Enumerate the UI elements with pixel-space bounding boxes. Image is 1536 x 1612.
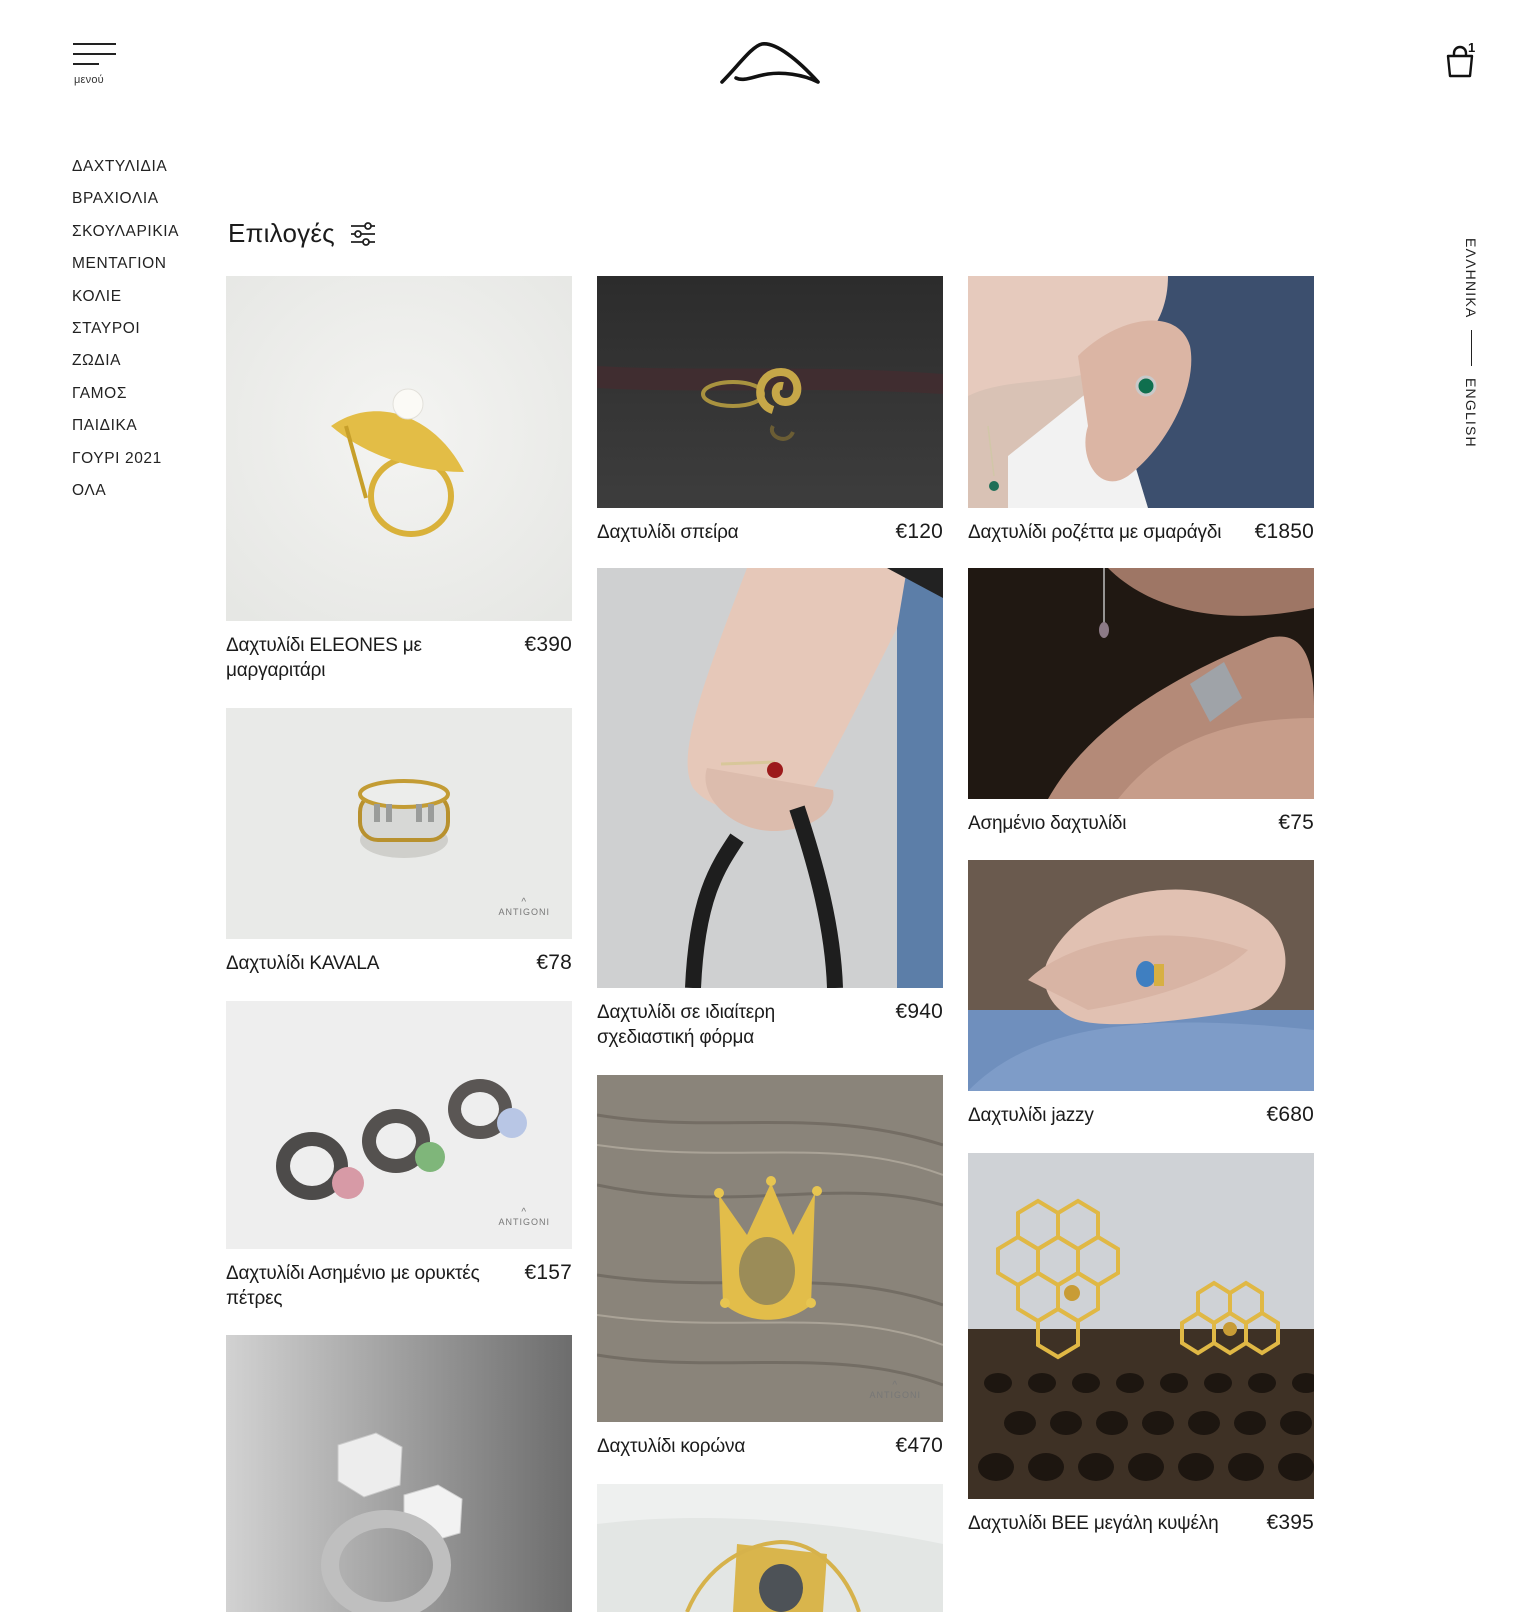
product-image[interactable] <box>968 860 1314 1091</box>
category-link[interactable]: ΔΑΧΤΥΛΙΔΙΑ <box>72 158 179 190</box>
category-link[interactable]: ΒΡΑΧΙΟΛΙΑ <box>72 190 179 222</box>
product-price: €680 <box>1266 1103 1314 1126</box>
product-price: €1850 <box>1254 520 1314 543</box>
product-price: €390 <box>524 633 572 656</box>
language-divider <box>1470 330 1472 367</box>
product-card[interactable] <box>597 1484 943 1612</box>
product-card[interactable]: Δαχτυλίδι σπείρα €120 <box>597 276 943 545</box>
product-image[interactable] <box>968 1153 1314 1499</box>
filter-label: Επιλογές <box>228 218 335 248</box>
product-title[interactable]: Δαχτυλίδι σπείρα <box>597 520 739 545</box>
menu-label: μενού <box>74 74 104 86</box>
product-title[interactable]: Δαχτυλίδι jazzy <box>968 1103 1094 1128</box>
brand-watermark: ^ ANTIGONI <box>498 1207 550 1228</box>
product-image[interactable]: ^ ANTIGONI <box>226 708 572 939</box>
menu-icon-line <box>73 63 99 65</box>
product-title[interactable]: Δαχτυλίδι ροζέττα με σμαράγδι <box>968 520 1221 545</box>
sliders-icon <box>350 221 375 246</box>
category-link[interactable]: ΖΩΔΙΑ <box>72 352 179 384</box>
product-image[interactable] <box>597 1484 943 1612</box>
product-image[interactable]: ^ ANTIGONI <box>597 1075 943 1422</box>
product-price: €75 <box>1278 811 1314 834</box>
product-card[interactable]: Δαχτυλίδι jazzy €680 <box>968 860 1314 1128</box>
category-nav: ΔΑΧΤΥΛΙΔΙΑ ΒΡΑΧΙΟΛΙΑ ΣΚΟΥΛΑΡΙΚΙΑ ΜΕΝΤΑΓΙ… <box>72 158 179 514</box>
product-title[interactable]: Δαχτυλίδι σε ιδιαίτερη σχεδιαστική φόρμα <box>597 1000 862 1050</box>
product-title[interactable]: Δαχτυλίδι ELEONES με μαργαριτάρι <box>226 633 491 683</box>
product-image[interactable] <box>968 568 1314 799</box>
product-title[interactable]: Δαχτυλίδι BEE μεγάλη κυψέλη <box>968 1511 1219 1536</box>
brand-logo[interactable] <box>718 38 822 88</box>
product-price: €78 <box>536 951 572 974</box>
brand-watermark: ^ ANTIGONI <box>869 1380 921 1401</box>
filter-button[interactable]: Επιλογές <box>228 218 377 249</box>
menu-icon-line <box>73 43 116 45</box>
cart-count-badge: 1 <box>1468 40 1476 55</box>
category-link[interactable]: ΜΕΝΤΑΓΙΟΝ <box>72 255 179 287</box>
category-link[interactable]: ΓΟΥΡΙ 2021 <box>72 450 179 482</box>
language-greek[interactable]: ΕΛΛΗΝΙΚΑ <box>1463 238 1479 318</box>
product-image[interactable] <box>226 276 572 621</box>
product-card[interactable]: ^ ANTIGONI Δαχτυλίδι Ασημένιο με ορυκτές … <box>226 1001 572 1311</box>
product-price: €395 <box>1266 1511 1314 1534</box>
menu-icon-line <box>73 53 116 55</box>
category-link[interactable]: ΠΑΙΔΙΚΑ <box>72 417 179 449</box>
product-card[interactable] <box>226 1335 572 1612</box>
product-title[interactable]: Ασημένιο δαχτυλίδι <box>968 811 1127 836</box>
category-link[interactable]: ΓΑΜΟΣ <box>72 385 179 417</box>
product-image[interactable]: ^ ANTIGONI <box>226 1001 572 1249</box>
language-english[interactable]: ENGLISH <box>1463 378 1479 448</box>
product-price: €940 <box>895 1000 943 1023</box>
product-image[interactable] <box>597 276 943 508</box>
product-card[interactable]: Ασημένιο δαχτυλίδι €75 <box>968 568 1314 836</box>
product-image[interactable] <box>226 1335 572 1612</box>
product-price: €120 <box>895 520 943 543</box>
product-image[interactable] <box>968 276 1314 508</box>
product-title[interactable]: Δαχτυλίδι KAVALA <box>226 951 379 976</box>
product-image[interactable] <box>597 568 943 988</box>
product-title[interactable]: Δαχτυλίδι κορώνα <box>597 1434 745 1459</box>
product-card[interactable]: Δαχτυλίδι ροζέττα με σμαράγδι €1850 <box>968 276 1314 545</box>
product-card[interactable]: Δαχτυλίδι σε ιδιαίτερη σχεδιαστική φόρμα… <box>597 568 943 1050</box>
product-card[interactable]: ^ ANTIGONI Δαχτυλίδι KAVALA €78 <box>226 708 572 976</box>
category-link[interactable]: ΚΟΛΙΕ <box>72 288 179 320</box>
language-switcher: ΕΛΛΗΝΙΚΑ ENGLISH <box>1456 238 1486 448</box>
product-card[interactable]: Δαχτυλίδι BEE μεγάλη κυψέλη €395 <box>968 1153 1314 1536</box>
product-price: €157 <box>524 1261 572 1284</box>
category-link[interactable]: ΣΚΟΥΛΑΡΙΚΙΑ <box>72 223 179 255</box>
product-title[interactable]: Δαχτυλίδι Ασημένιο με ορυκτές πέτρες <box>226 1261 491 1311</box>
product-card[interactable]: ^ ANTIGONI Δαχτυλίδι κορώνα €470 <box>597 1075 943 1459</box>
product-card[interactable]: Δαχτυλίδι ELEONES με μαργαριτάρι €390 <box>226 276 572 683</box>
product-price: €470 <box>895 1434 943 1457</box>
brand-watermark: ^ ANTIGONI <box>498 897 550 918</box>
menu-button[interactable]: μενού <box>73 43 117 91</box>
category-link[interactable]: ΣΤΑΥΡΟΙ <box>72 320 179 352</box>
category-link[interactable]: ΟΛΑ <box>72 482 179 514</box>
